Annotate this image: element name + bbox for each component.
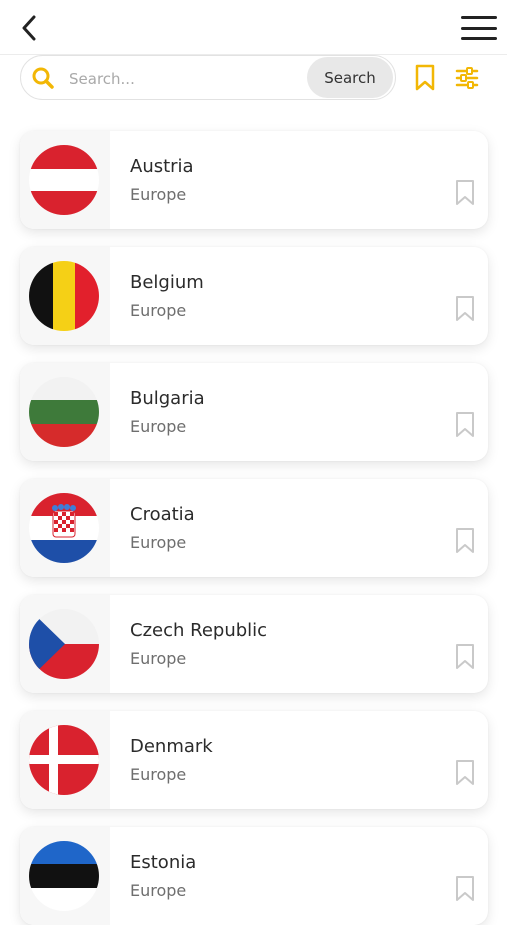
estonia-flag-icon <box>29 841 99 911</box>
country-name: Czech Republic <box>130 620 268 641</box>
country-region: Europe <box>130 765 187 784</box>
country-card-bulgaria[interactable]: Bulgaria Europe <box>20 363 488 461</box>
chevron-left-icon <box>22 15 36 41</box>
country-card-croatia[interactable]: Croatia Europe <box>20 479 488 577</box>
country-region: Europe <box>130 881 187 900</box>
bookmark-icon[interactable] <box>454 295 476 323</box>
austria-flag-icon <box>29 145 99 215</box>
country-card-denmark[interactable]: Denmark Europe <box>20 711 488 809</box>
country-card-belgium[interactable]: Belgium Europe <box>20 247 488 345</box>
search-button[interactable]: Search <box>307 57 393 98</box>
bookmark-icon[interactable] <box>454 875 476 903</box>
country-name: Croatia <box>130 504 195 525</box>
country-name: Austria <box>130 156 194 177</box>
country-name: Denmark <box>130 736 213 757</box>
bookmark-icon[interactable] <box>454 527 476 555</box>
country-name: Belgium <box>130 272 204 293</box>
country-name: Estonia <box>130 852 197 873</box>
bookmark-icon[interactable] <box>454 411 476 439</box>
back-button[interactable] <box>14 12 44 44</box>
bulgaria-flag-icon <box>29 377 99 447</box>
search-bar: Search <box>20 55 396 100</box>
country-card-czech-republic[interactable]: Czech Republic Europe <box>20 595 488 693</box>
search-icon <box>32 67 54 89</box>
denmark-flag-icon <box>29 725 99 795</box>
croatia-flag-icon <box>29 493 99 563</box>
country-region: Europe <box>130 417 187 436</box>
country-region: Europe <box>130 649 187 668</box>
czech-republic-flag-icon <box>29 609 99 679</box>
country-card-estonia[interactable]: Estonia Europe <box>20 827 488 925</box>
country-region: Europe <box>130 533 187 552</box>
country-region: Europe <box>130 185 187 204</box>
belgium-flag-icon <box>29 261 99 331</box>
hamburger-menu-icon <box>461 16 497 19</box>
bookmark-filter-icon[interactable] <box>414 64 436 92</box>
bookmark-icon[interactable] <box>454 179 476 207</box>
filter-settings-icon[interactable] <box>455 66 479 90</box>
bookmark-icon[interactable] <box>454 643 476 671</box>
country-card-austria[interactable]: Austria Europe <box>20 131 488 229</box>
country-region: Europe <box>130 301 187 320</box>
bookmark-icon[interactable] <box>454 759 476 787</box>
search-input[interactable] <box>67 64 311 94</box>
menu-button[interactable] <box>461 14 497 42</box>
country-name: Bulgaria <box>130 388 205 409</box>
top-bar <box>0 0 507 55</box>
